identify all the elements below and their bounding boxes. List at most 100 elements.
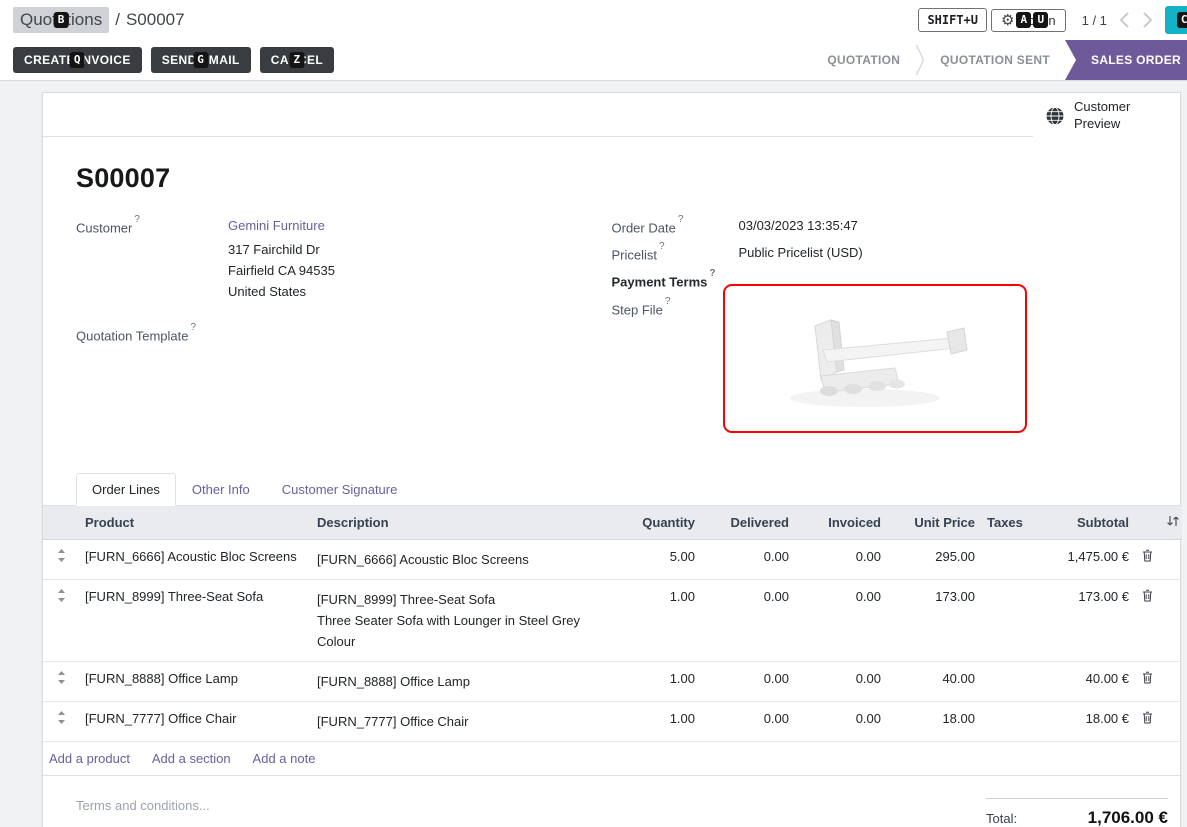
- subtotal-column-header: Subtotal: [1029, 506, 1135, 540]
- add-product-link[interactable]: Add a product: [49, 751, 130, 766]
- drag-handle[interactable]: [43, 579, 79, 661]
- tab-other-info[interactable]: Other Info: [176, 473, 266, 506]
- order-date-value[interactable]: 03/03/2023 13:35:47: [739, 218, 1148, 235]
- delete-row-button[interactable]: [1135, 539, 1160, 579]
- content-area: Customer Preview S00007 Customer? Gemini…: [0, 81, 1187, 827]
- product-cell[interactable]: [FURN_8888] Office Lamp: [79, 661, 311, 701]
- help-marker: ?: [709, 268, 715, 279]
- delete-row-button[interactable]: [1135, 661, 1160, 701]
- pricelist-value[interactable]: Public Pricelist (USD): [739, 245, 1148, 262]
- description-cell[interactable]: [FURN_6666] Acoustic Bloc Screens: [311, 539, 611, 579]
- customer-field-label: Customer?: [76, 218, 228, 235]
- invoiced-cell[interactable]: 0.00: [795, 661, 887, 701]
- description-cell[interactable]: [FURN_8888] Office Lamp: [311, 661, 611, 701]
- tab-customer-signature[interactable]: Customer Signature: [266, 473, 414, 506]
- quantity-cell[interactable]: 1.00: [611, 701, 701, 741]
- drag-handle-icon: [57, 671, 66, 684]
- optional-columns-toggle[interactable]: [1160, 506, 1182, 540]
- preview-row-divider: [43, 93, 1033, 137]
- add-section-link[interactable]: Add a section: [152, 751, 231, 766]
- shortcut-badge-cancel: Z: [289, 52, 304, 68]
- unit-price-cell[interactable]: 40.00: [887, 661, 981, 701]
- pager-next-button[interactable]: [1141, 12, 1155, 28]
- pager-previous-button[interactable]: [1117, 12, 1131, 28]
- trash-icon: [1142, 711, 1153, 724]
- table-row: [FURN_8999] Three-Seat Sofa [FURN_8999] …: [43, 579, 1182, 661]
- invoiced-cell[interactable]: 0.00: [795, 539, 887, 579]
- subtotal-cell: 18.00 €: [1029, 701, 1135, 741]
- taxes-cell[interactable]: [981, 539, 1029, 579]
- delete-row-button[interactable]: [1135, 701, 1160, 741]
- stage-quotation[interactable]: QUOTATION: [812, 40, 915, 80]
- pricelist-field-label: Pricelist?: [612, 245, 739, 262]
- order-lines-table: Product Description Quantity Delivered I…: [43, 506, 1182, 776]
- total-value: 1,706.00 €: [1088, 808, 1168, 827]
- action-buttons: CREATE INVOICE Q SEND EMAIL G CANCEL Z: [0, 40, 334, 80]
- taxes-cell[interactable]: [981, 661, 1029, 701]
- action-menu-button[interactable]: ⚙ Action A U: [991, 9, 1066, 32]
- quotation-template-field[interactable]: [228, 326, 612, 343]
- create-invoice-button[interactable]: CREATE INVOICE Q: [13, 47, 142, 73]
- shortcut-badge-action-u: U: [1033, 12, 1048, 28]
- delivered-cell[interactable]: 0.00: [701, 701, 795, 741]
- delete-row-button[interactable]: [1135, 579, 1160, 661]
- shortcut-badge-create: C: [1177, 12, 1187, 28]
- tab-order-lines[interactable]: Order Lines: [76, 473, 176, 506]
- terms-and-conditions-placeholder[interactable]: Terms and conditions...: [76, 798, 210, 813]
- unit-price-cell[interactable]: 173.00: [887, 579, 981, 661]
- form-sheet: Customer Preview S00007 Customer? Gemini…: [42, 92, 1181, 827]
- customer-preview-button[interactable]: Customer Preview: [1033, 93, 1180, 139]
- add-note-link[interactable]: Add a note: [253, 751, 316, 766]
- unit-price-column-header: Unit Price: [887, 506, 981, 540]
- quantity-column-header: Quantity: [611, 506, 701, 540]
- top-header: Quotations B / S00007 SHIFT+U ⚙ Action A…: [0, 0, 1187, 40]
- product-cell[interactable]: [FURN_7777] Office Chair: [79, 701, 311, 741]
- order-date-field-label: Order Date?: [612, 218, 739, 235]
- description-column-header: Description: [311, 506, 611, 540]
- drag-handle[interactable]: [43, 661, 79, 701]
- invoiced-column-header: Invoiced: [795, 506, 887, 540]
- quantity-cell[interactable]: 1.00: [611, 579, 701, 661]
- step-file-image[interactable]: [723, 284, 1027, 433]
- table-row: [FURN_6666] Acoustic Bloc Screens [FURN_…: [43, 539, 1182, 579]
- trash-icon: [1142, 671, 1153, 684]
- shortcut-badge-send-email: G: [193, 52, 208, 68]
- stage-sales-order[interactable]: SALES ORDER: [1065, 40, 1187, 80]
- form-fields: Customer? Gemini Furniture 317 Fairchild…: [43, 218, 1180, 443]
- delivered-cell[interactable]: 0.00: [701, 661, 795, 701]
- delivered-cell[interactable]: 0.00: [701, 539, 795, 579]
- taxes-cell[interactable]: [981, 579, 1029, 661]
- shortcut-badge-create-invoice: Q: [70, 52, 85, 68]
- help-marker: ?: [659, 241, 665, 252]
- drag-handle[interactable]: [43, 701, 79, 741]
- invoiced-cell[interactable]: 0.00: [795, 701, 887, 741]
- product-cell[interactable]: [FURN_8999] Three-Seat Sofa: [79, 579, 311, 661]
- taxes-column-header: Taxes: [981, 506, 1029, 540]
- control-bar: CREATE INVOICE Q SEND EMAIL G CANCEL Z Q…: [0, 40, 1187, 81]
- taxes-cell[interactable]: [981, 701, 1029, 741]
- send-email-button[interactable]: SEND EMAIL G: [151, 47, 251, 73]
- total-label: Total:: [986, 811, 1017, 826]
- quantity-cell[interactable]: 1.00: [611, 661, 701, 701]
- delivered-cell[interactable]: 0.00: [701, 579, 795, 661]
- breadcrumb-current: S00007: [126, 10, 185, 30]
- quantity-cell[interactable]: 5.00: [611, 539, 701, 579]
- product-cell[interactable]: [FURN_6666] Acoustic Bloc Screens: [79, 539, 311, 579]
- create-button[interactable]: C Create: [1165, 6, 1187, 34]
- customer-link[interactable]: Gemini Furniture: [228, 218, 325, 233]
- drag-handle[interactable]: [43, 539, 79, 579]
- unit-price-cell[interactable]: 295.00: [887, 539, 981, 579]
- stage-quotation-sent[interactable]: QUOTATION SENT: [925, 40, 1065, 80]
- description-cell[interactable]: [FURN_7777] Office Chair: [311, 701, 611, 741]
- unit-price-cell[interactable]: 18.00: [887, 701, 981, 741]
- breadcrumb-parent[interactable]: Quotations B: [13, 7, 109, 33]
- breadcrumb-separator: /: [115, 10, 120, 30]
- description-cell[interactable]: [FURN_8999] Three-Seat Sofa Three Seater…: [311, 579, 611, 661]
- table-footer-links: Add a product Add a section Add a note: [43, 741, 1182, 775]
- invoiced-cell[interactable]: 0.00: [795, 579, 887, 661]
- product-column-header: Product: [79, 506, 311, 540]
- drag-handle-icon: [57, 711, 66, 724]
- shortcut-badge-action-a: A: [1016, 12, 1031, 28]
- cancel-button[interactable]: CANCEL Z: [260, 47, 334, 73]
- step-file-field-label: Step File?: [612, 300, 739, 433]
